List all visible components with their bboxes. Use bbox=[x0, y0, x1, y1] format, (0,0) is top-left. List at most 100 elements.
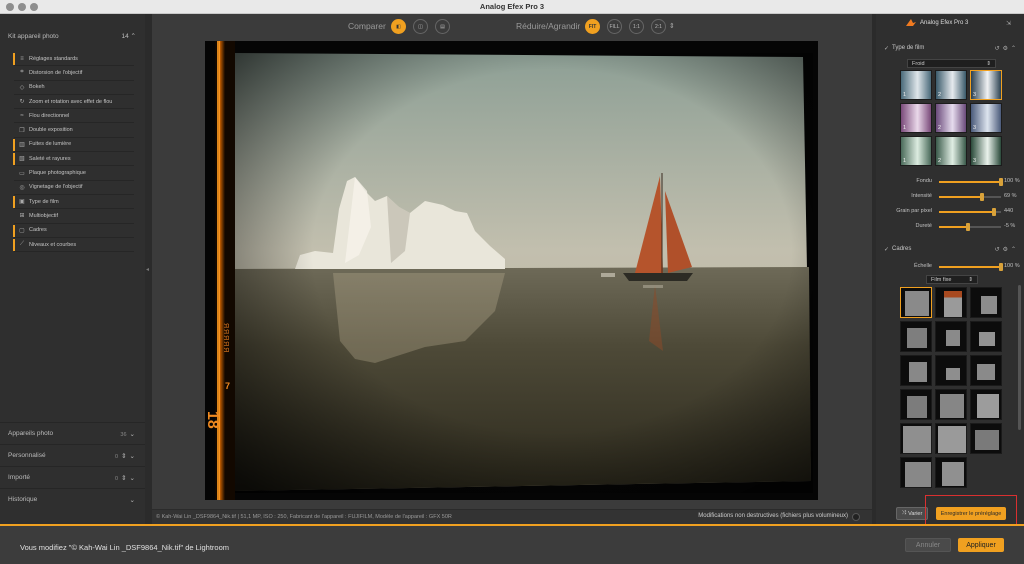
film-swatch[interactable]: 2 bbox=[935, 70, 967, 100]
reset-icon[interactable]: ↺ bbox=[995, 45, 1000, 52]
film-swatch[interactable]: 1 bbox=[900, 70, 932, 100]
chevron-down-icon[interactable]: ⌄ bbox=[130, 431, 135, 438]
collapse-left-panel-icon[interactable]: ◂ bbox=[146, 266, 149, 273]
checkbox-icon[interactable]: ✓ bbox=[884, 246, 889, 253]
gear-icon[interactable]: ⚙ bbox=[1003, 246, 1008, 253]
compare-toolbar: Comparer ◧ ◫ ▤ Réduire/Agrandir FIT FILL… bbox=[152, 14, 872, 40]
chevron-down-icon[interactable]: ⌄ bbox=[130, 496, 135, 504]
section-custom[interactable]: Personnalisé 0 ⇕ ⌄ bbox=[0, 444, 145, 466]
zoom-1to1-button[interactable]: 1:1 bbox=[629, 19, 644, 34]
slider-track[interactable] bbox=[939, 208, 1001, 216]
film-slider[interactable]: Grain par pixel 440 bbox=[884, 207, 1018, 217]
scale-slider-knob[interactable] bbox=[999, 263, 1003, 271]
frame-thumbnail[interactable] bbox=[935, 423, 967, 454]
chevron-down-icon[interactable]: ⌄ bbox=[130, 453, 135, 460]
tool-item[interactable]: ⌗ Distorsion de l'objectif bbox=[14, 66, 134, 81]
section-cameras[interactable]: Appareils photo 36 ⌄ bbox=[0, 422, 145, 444]
slider-track[interactable] bbox=[939, 178, 1003, 186]
photo-preview[interactable]: 18 ЯЯЯЯЯ 7 bbox=[205, 41, 818, 500]
frame-thumbnail[interactable] bbox=[970, 389, 1002, 420]
frame-thumbnail[interactable] bbox=[900, 423, 932, 454]
tool-item[interactable]: ▣ Type de film bbox=[13, 195, 134, 210]
collapse-right-panel-icon[interactable]: ⇲ bbox=[1006, 20, 1011, 27]
film-swatch[interactable]: 3 bbox=[970, 136, 1002, 166]
frame-thumbnail[interactable] bbox=[935, 457, 967, 488]
tool-item[interactable]: ▭ Plaque photographique bbox=[14, 166, 134, 181]
nondestructive-toggle[interactable] bbox=[852, 513, 860, 521]
chevron-up-icon[interactable]: ⌃ bbox=[131, 33, 136, 40]
tool-label: Distorsion de l'objectif bbox=[29, 69, 83, 76]
film-slider[interactable]: Intensité 69 % bbox=[884, 192, 1018, 202]
frames-scrollbar[interactable] bbox=[1018, 285, 1021, 430]
tool-item[interactable]: ▢ Cadres bbox=[13, 224, 134, 238]
frame-thumbnail[interactable] bbox=[935, 321, 967, 352]
checkbox-icon[interactable]: ✓ bbox=[884, 45, 889, 52]
frame-thumbnail[interactable] bbox=[935, 355, 967, 386]
scale-slider-track[interactable] bbox=[939, 263, 1003, 271]
sort-icon[interactable]: ⇕ bbox=[121, 453, 126, 460]
tool-item[interactable]: ▧ Saleté et rayures bbox=[13, 152, 134, 167]
vary-button[interactable]: ⤨ Varier bbox=[896, 507, 928, 520]
scale-slider[interactable]: Échelle 100 % bbox=[884, 262, 1020, 272]
film-swatch[interactable]: 2 bbox=[935, 103, 967, 133]
slider-knob[interactable] bbox=[991, 208, 996, 216]
tool-item[interactable]: ◎ Vignetage de l'objectif bbox=[14, 181, 134, 195]
frame-thumbnail[interactable] bbox=[900, 355, 932, 386]
frame-thumbnail[interactable] bbox=[935, 389, 967, 420]
tool-item[interactable]: ◇ Bokeh bbox=[14, 81, 134, 95]
frame-preview bbox=[907, 396, 927, 418]
frames-dropdown[interactable]: Film fixe ⇕ bbox=[926, 275, 978, 284]
slider-fill bbox=[939, 181, 1001, 183]
frames-section-header[interactable]: ✓ Cadres ↺ ⚙ ⌃ bbox=[884, 243, 1016, 255]
slider-track[interactable] bbox=[939, 223, 1001, 231]
frame-thumbnail[interactable] bbox=[900, 321, 932, 352]
tool-item[interactable]: ≡ Réglages standards bbox=[13, 52, 134, 67]
frame-thumbnail[interactable] bbox=[900, 287, 932, 318]
tool-icon: ⟋ bbox=[19, 241, 25, 247]
tool-item[interactable]: ❐ Double exposition bbox=[14, 123, 134, 138]
apply-button[interactable]: Appliquer bbox=[958, 538, 1004, 552]
frame-thumbnail[interactable] bbox=[900, 389, 932, 420]
frame-thumbnail[interactable] bbox=[970, 287, 1002, 318]
film-swatch[interactable]: 2 bbox=[935, 136, 967, 166]
frame-thumbnail[interactable] bbox=[970, 355, 1002, 386]
zoom-fill-button[interactable]: FILL bbox=[607, 19, 622, 34]
film-swatch[interactable]: 1 bbox=[900, 103, 932, 133]
tool-item[interactable]: ≈ Flou directionnel bbox=[14, 109, 134, 124]
cancel-button[interactable]: Annuler bbox=[905, 538, 951, 552]
chevron-up-icon[interactable]: ⌃ bbox=[1011, 45, 1016, 52]
tool-item[interactable]: ▥ Fuites de lumière bbox=[13, 138, 134, 153]
zoom-fit-button[interactable]: FIT bbox=[585, 19, 600, 34]
frame-thumbnail[interactable] bbox=[900, 457, 932, 488]
split-view-icon[interactable]: ◧ bbox=[391, 19, 406, 34]
before-after-icon[interactable]: ▤ bbox=[435, 19, 450, 34]
chevron-down-icon[interactable]: ⌄ bbox=[130, 475, 135, 482]
zoom-2to1-button[interactable]: 2:1 bbox=[651, 19, 666, 34]
slider-knob[interactable] bbox=[979, 193, 984, 201]
frame-thumbnail[interactable] bbox=[970, 321, 1002, 352]
film-slider[interactable]: Dureté -5 % bbox=[884, 222, 1018, 232]
tool-item[interactable]: ↻ Zoom et rotation avec effet de flou bbox=[14, 95, 134, 110]
side-by-side-icon[interactable]: ◫ bbox=[413, 19, 428, 34]
film-swatch[interactable]: 3 bbox=[970, 70, 1002, 100]
film-type-dropdown[interactable]: Froid ⇕ bbox=[907, 59, 996, 68]
frame-thumbnail[interactable] bbox=[970, 423, 1002, 454]
zoom-stepper-icon[interactable]: ⇕ bbox=[669, 22, 675, 30]
gear-icon[interactable]: ⚙ bbox=[1003, 45, 1008, 52]
frame-thumbnail[interactable] bbox=[935, 287, 967, 318]
film-swatch[interactable]: 3 bbox=[970, 103, 1002, 133]
chevron-up-icon[interactable]: ⌃ bbox=[1011, 246, 1016, 253]
film-swatch[interactable]: 1 bbox=[900, 136, 932, 166]
tool-item[interactable]: ⟋ Niveaux et courbes bbox=[13, 238, 134, 253]
slider-knob[interactable] bbox=[966, 223, 971, 231]
slider-knob[interactable] bbox=[999, 178, 1003, 186]
film-slider[interactable]: Fondu 100 % bbox=[884, 177, 1020, 187]
section-imported[interactable]: Importé 0 ⇕ ⌄ bbox=[0, 466, 145, 488]
reset-icon[interactable]: ↺ bbox=[995, 246, 1000, 253]
film-type-section-header[interactable]: ✓ Type de film ↺ ⚙ ⌃ bbox=[884, 42, 1016, 54]
slider-track[interactable] bbox=[939, 193, 1001, 201]
section-history[interactable]: Historique ⌄ bbox=[0, 488, 145, 510]
tool-item[interactable]: ⊞ Multiobjectif bbox=[14, 209, 134, 224]
sort-icon[interactable]: ⇕ bbox=[121, 475, 126, 482]
camera-kit-header[interactable]: Kit appareil photo 14 ⌃ bbox=[8, 30, 136, 42]
